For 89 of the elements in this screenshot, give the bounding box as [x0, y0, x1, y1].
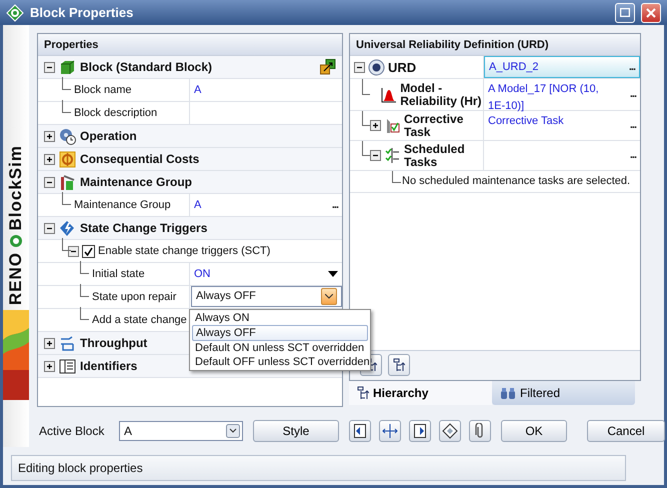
align-icon: [382, 423, 398, 439]
resize-block-icon[interactable]: [320, 59, 336, 75]
property-label: Maintenance Group: [74, 198, 171, 213]
dropdown-option[interactable]: Default ON unless SCT overridden: [192, 341, 368, 355]
hierarchy-icon: [357, 386, 369, 400]
check-icon: [84, 246, 93, 256]
dropdown-option[interactable]: Default OFF unless SCT overridden: [192, 355, 368, 369]
property-value[interactable]: A: [194, 82, 202, 98]
tab[interactable]: Filtered: [492, 381, 635, 405]
status-bar: Editing block properties: [11, 455, 626, 481]
collapse-icon[interactable]: [44, 62, 55, 72]
collapse-icon[interactable]: [354, 62, 365, 72]
logo-icon: [9, 234, 23, 248]
panel-right-icon: [412, 423, 428, 439]
collapse-icon[interactable]: [370, 150, 381, 161]
property-value[interactable]: ON: [194, 266, 210, 282]
collapse-icon[interactable]: [44, 176, 55, 188]
diamond-icon: [442, 423, 458, 439]
maximize-button[interactable]: [615, 2, 635, 22]
coin-icon: [59, 150, 76, 168]
checkbox-label: Enable state change triggers (SCT): [98, 244, 270, 259]
ellipsis-button[interactable]: ...: [630, 117, 636, 134]
ok-button[interactable]: OK: [501, 420, 567, 442]
rotate-button[interactable]: [439, 420, 461, 442]
panel-header: Properties: [38, 34, 342, 56]
tools-icon: [59, 174, 76, 190]
maximize-icon: [620, 8, 630, 17]
field-label: Active Block: [39, 423, 106, 440]
property-label: Block description: [74, 106, 158, 121]
tree-item-label[interactable]: URD: [388, 60, 416, 74]
dropdown-option[interactable]: Always ON: [192, 311, 368, 325]
dropdown-arrow-icon[interactable]: [328, 271, 338, 277]
tree-item-label[interactable]: Model - Reliability (Hr): [400, 82, 483, 108]
value-field[interactable]: A_URD_2 ...: [484, 56, 640, 78]
hierarchy-icon: [393, 358, 405, 372]
tree-item-label[interactable]: Corrective Task: [404, 112, 483, 138]
property-value[interactable]: A: [194, 196, 202, 214]
app-logo-icon: [6, 4, 24, 22]
close-button[interactable]: [641, 2, 661, 22]
ellipsis-button[interactable]: ...: [332, 196, 338, 214]
tree-item-value[interactable]: A Model_17 [NOR (10, 1E-10)]: [488, 81, 616, 114]
ellipsis-button[interactable]: ...: [630, 147, 636, 164]
checklist-icon: [384, 147, 401, 164]
caret-icon: [325, 294, 333, 299]
cube-icon: [59, 58, 76, 76]
tree-collapse-button[interactable]: [388, 354, 410, 376]
tab[interactable]: Hierarchy: [349, 381, 492, 405]
close-icon: [646, 8, 656, 18]
cancel-button[interactable]: Cancel: [587, 420, 665, 442]
checkbox[interactable]: [82, 244, 95, 258]
style-button[interactable]: Style: [253, 420, 339, 442]
tree-item-value[interactable]: Corrective Task: [488, 113, 564, 130]
expand-icon[interactable]: [44, 338, 55, 348]
attach-button[interactable]: [469, 420, 491, 442]
notebook-icon: [59, 358, 76, 374]
expand-icon[interactable]: [44, 360, 55, 372]
expand-icon[interactable]: [370, 120, 381, 131]
active-block-dropdown[interactable]: A: [119, 421, 243, 441]
distribution-curve-icon: [380, 86, 398, 103]
gear-clock-icon: [59, 128, 76, 144]
previous-block-button[interactable]: [349, 420, 371, 442]
brand-text: RENO: [5, 252, 26, 306]
expand-icon[interactable]: [44, 130, 55, 142]
empty-note: No scheduled maintenance tasks are selected.: [402, 174, 630, 190]
binoculars-icon: [500, 386, 516, 400]
brand-text: BlockSim: [5, 145, 26, 230]
collapse-icon[interactable]: [68, 246, 79, 256]
wrench-check-icon: [384, 117, 401, 134]
collapse-icon[interactable]: [44, 222, 55, 234]
tree-item-label[interactable]: Scheduled Tasks: [404, 142, 483, 168]
window-title: Block Properties: [30, 4, 134, 22]
property-label: Add a state change: [92, 312, 187, 328]
panel-left-icon: [352, 423, 368, 439]
property-label: State upon repair: [92, 290, 176, 305]
round-logo-icon: [368, 58, 385, 76]
align-button[interactable]: [379, 420, 401, 442]
ellipsis-button[interactable]: ...: [630, 86, 636, 103]
state-dropdown[interactable]: Always OFF: [191, 286, 342, 307]
property-label: Block name: [74, 82, 132, 98]
tree-item-value[interactable]: A_URD_2: [489, 59, 539, 76]
expand-icon[interactable]: [44, 154, 55, 164]
next-block-button[interactable]: [409, 420, 431, 442]
property-label: Initial state: [92, 266, 145, 282]
dropdown-option[interactable]: Always OFF: [192, 325, 368, 341]
panel-header: Universal Reliability Definition (URD): [350, 34, 640, 56]
ellipsis-button[interactable]: ...: [628, 58, 635, 76]
lightning-icon: [59, 220, 76, 236]
dropdown-button[interactable]: [321, 288, 337, 305]
flow-icon: [59, 334, 76, 352]
